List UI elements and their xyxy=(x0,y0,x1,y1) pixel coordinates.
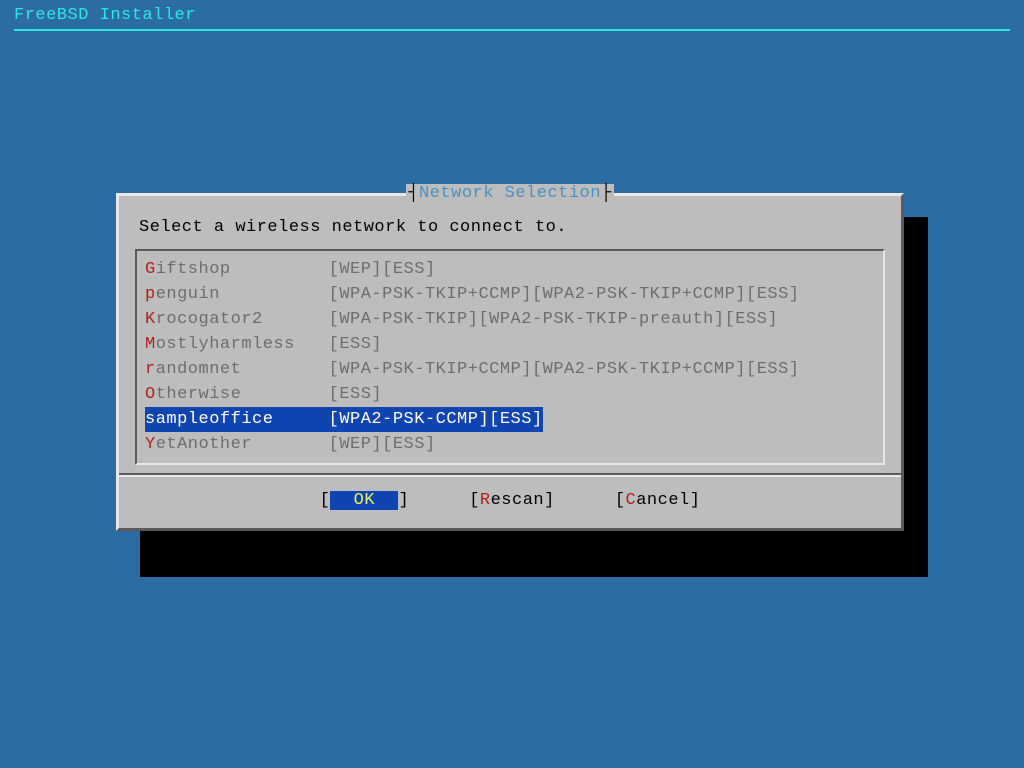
network-row[interactable]: Krocogator2 [WPA-PSK-TKIP][WPA2-PSK-TKIP… xyxy=(145,307,875,332)
network-ssid: penguin xyxy=(145,282,329,307)
button-bar: [ OK ] [Rescan] [Cancel] xyxy=(131,477,889,520)
network-row[interactable]: Mostlyharmless [ESS] xyxy=(145,332,875,357)
network-flags: [WEP][ESS] xyxy=(329,257,436,282)
network-flags: [ESS] xyxy=(329,332,383,357)
network-ssid: sampleoffice xyxy=(145,407,329,432)
dialog-prompt: Select a wireless network to connect to. xyxy=(131,204,889,245)
ok-button[interactable]: [ OK ] xyxy=(320,491,410,510)
network-list[interactable]: Giftshop [WEP][ESS]penguin [WPA-PSK-TKIP… xyxy=(135,249,885,465)
network-row[interactable]: Otherwise [ESS] xyxy=(145,382,875,407)
network-row[interactable]: Giftshop [WEP][ESS] xyxy=(145,257,875,282)
network-flags: [ESS] xyxy=(329,382,383,407)
network-row[interactable]: penguin [WPA-PSK-TKIP+CCMP][WPA2-PSK-TKI… xyxy=(145,282,875,307)
network-ssid: Mostlyharmless xyxy=(145,332,329,357)
network-row[interactable]: YetAnother [WEP][ESS] xyxy=(145,432,875,457)
dialog: ┤Network Selection├ Select a wireless ne… xyxy=(116,193,904,531)
app-title: FreeBSD Installer xyxy=(0,0,1024,29)
top-rule xyxy=(14,29,1010,31)
network-ssid: Otherwise xyxy=(145,382,329,407)
network-flags: [WPA-PSK-TKIP+CCMP][WPA2-PSK-TKIP+CCMP][… xyxy=(329,282,800,307)
dialog-title-wrap: ┤Network Selection├ xyxy=(119,184,901,203)
network-flags: [WPA-PSK-TKIP+CCMP][WPA2-PSK-TKIP+CCMP][… xyxy=(329,357,800,382)
network-ssid: randomnet xyxy=(145,357,329,382)
network-ssid: Giftshop xyxy=(145,257,329,282)
network-row[interactable]: randomnet [WPA-PSK-TKIP+CCMP][WPA2-PSK-T… xyxy=(145,357,875,382)
network-ssid: Krocogator2 xyxy=(145,307,329,332)
cancel-button[interactable]: [Cancel] xyxy=(615,491,701,510)
rescan-button[interactable]: [Rescan] xyxy=(469,491,555,510)
network-ssid: YetAnother xyxy=(145,432,329,457)
dialog-title: ┤Network Selection├ xyxy=(406,184,613,203)
network-flags: [WPA2-PSK-CCMP][ESS] xyxy=(329,407,543,432)
network-flags: [WEP][ESS] xyxy=(329,432,436,457)
network-flags: [WPA-PSK-TKIP][WPA2-PSK-TKIP-preauth][ES… xyxy=(329,307,778,332)
network-row[interactable]: sampleoffice [WPA2-PSK-CCMP][ESS] xyxy=(145,407,875,432)
dialog-panel: ┤Network Selection├ Select a wireless ne… xyxy=(116,193,904,531)
